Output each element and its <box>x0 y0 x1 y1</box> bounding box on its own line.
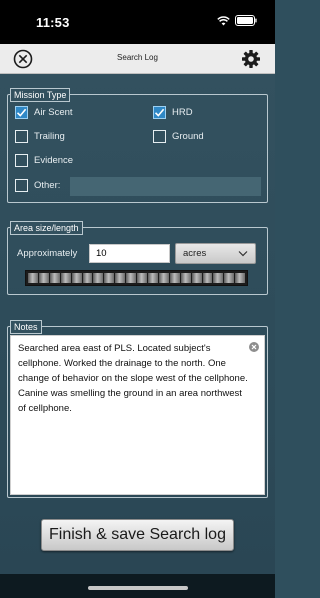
checkbox-box[interactable] <box>15 179 28 192</box>
gear-icon[interactable] <box>241 49 261 69</box>
status-bar: 11:53 <box>0 0 275 44</box>
checkbox-trailing[interactable]: Trailing <box>15 130 65 143</box>
checkbox-other[interactable]: Other: <box>15 179 60 192</box>
wifi-icon <box>217 15 230 25</box>
page-title: Search Log <box>117 53 158 62</box>
checkmark-icon <box>154 108 165 117</box>
area-value-input[interactable]: 10 <box>89 244 170 263</box>
clear-icon[interactable] <box>249 342 259 352</box>
checkbox-label: Air Scent <box>34 107 73 118</box>
chevron-down-icon <box>238 251 248 257</box>
approximately-label: Approximately <box>17 248 78 259</box>
notes-textarea[interactable]: Searched area east of PLS. Located subje… <box>10 335 265 495</box>
checkbox-box[interactable] <box>153 130 166 143</box>
checkbox-ground[interactable]: Ground <box>153 130 204 143</box>
status-time: 11:53 <box>36 15 70 30</box>
checkbox-hrd[interactable]: HRD <box>153 106 193 119</box>
notes-legend: Notes <box>10 320 42 334</box>
mission-type-group: Mission Type Air Scent HRD Trailing Grou… <box>7 88 268 203</box>
checkbox-label: Ground <box>172 131 204 142</box>
home-indicator <box>88 586 188 590</box>
checkbox-label: HRD <box>172 107 193 118</box>
area-slider[interactable] <box>25 270 248 286</box>
checkmark-icon <box>16 108 27 117</box>
checkbox-box[interactable] <box>153 106 166 119</box>
area-size-legend: Area size/length <box>10 221 83 235</box>
checkbox-evidence[interactable]: Evidence <box>15 154 73 167</box>
other-input[interactable] <box>70 177 261 196</box>
unit-select-value: acres <box>183 248 207 259</box>
unit-select[interactable]: acres <box>175 243 256 264</box>
mission-type-legend: Mission Type <box>10 88 71 102</box>
checkbox-label: Evidence <box>34 155 74 166</box>
checkbox-box[interactable] <box>15 106 28 119</box>
battery-icon <box>235 15 257 26</box>
status-icons <box>217 15 257 26</box>
checkbox-box[interactable] <box>15 154 28 167</box>
checkbox-label: Other: <box>34 180 61 191</box>
finish-save-button[interactable]: Finish & save Search log <box>41 519 234 551</box>
checkbox-air-scent[interactable]: Air Scent <box>15 106 73 119</box>
checkbox-label: Trailing <box>34 131 65 142</box>
nav-bar: Search Log <box>0 44 275 74</box>
checkbox-box[interactable] <box>15 130 28 143</box>
notes-text: Searched area east of PLS. Located subje… <box>18 343 248 414</box>
